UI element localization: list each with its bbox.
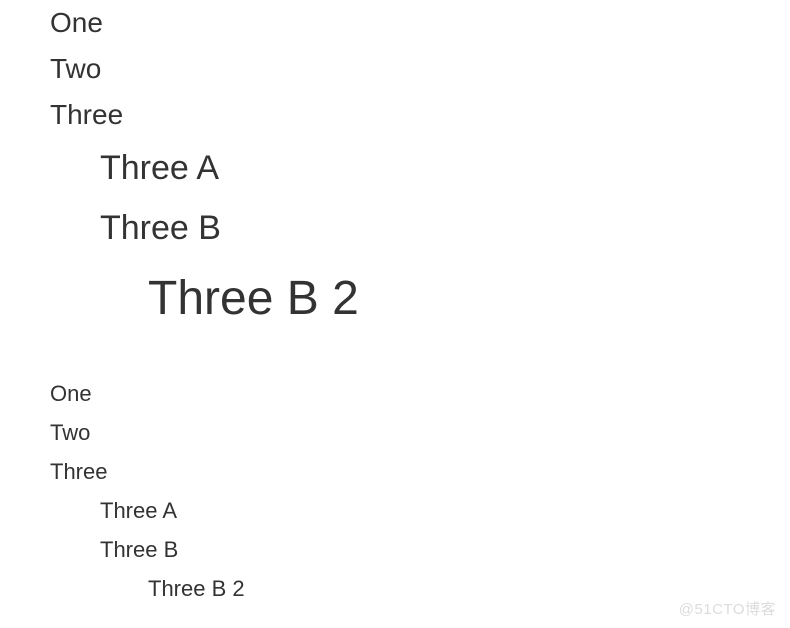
list-item: Three [0,452,790,491]
list-item: Three B 2 [0,569,790,608]
list-item-label: Three [50,459,108,484]
list-item: One [0,0,790,46]
nested-list-scaled: One Two Three Three A Three B Three B 2 [0,0,790,340]
watermark: @51CTO博客 [678,601,776,618]
list-item-label: Three B [100,537,179,562]
list-item: Two [0,46,790,92]
list-item: Three A [0,138,790,198]
list-item-label: Two [50,53,102,84]
list-item: Three B [0,530,790,569]
list-item-label: One [50,7,103,38]
nested-list-uniform: One Two Three Three A Three B Three B 2 [0,374,790,608]
list-item-label: Three A [100,498,178,523]
list-item-label: Three A [100,149,220,187]
list-item: Two [0,413,790,452]
list-item-label: Three B [100,209,221,247]
list-item: Three B 2 [0,258,790,340]
list-item: Three B [0,198,790,258]
list-item: Three A [0,491,790,530]
list-item: One [0,374,790,413]
list-item: Three [0,92,790,138]
list-item-label: Three [50,99,124,130]
list-item-label: Two [50,420,91,445]
list-item-label: Three B 2 [148,272,359,325]
list-item-label: One [50,381,92,406]
page-root: One Two Three Three A Three B Three B 2 … [0,0,790,628]
